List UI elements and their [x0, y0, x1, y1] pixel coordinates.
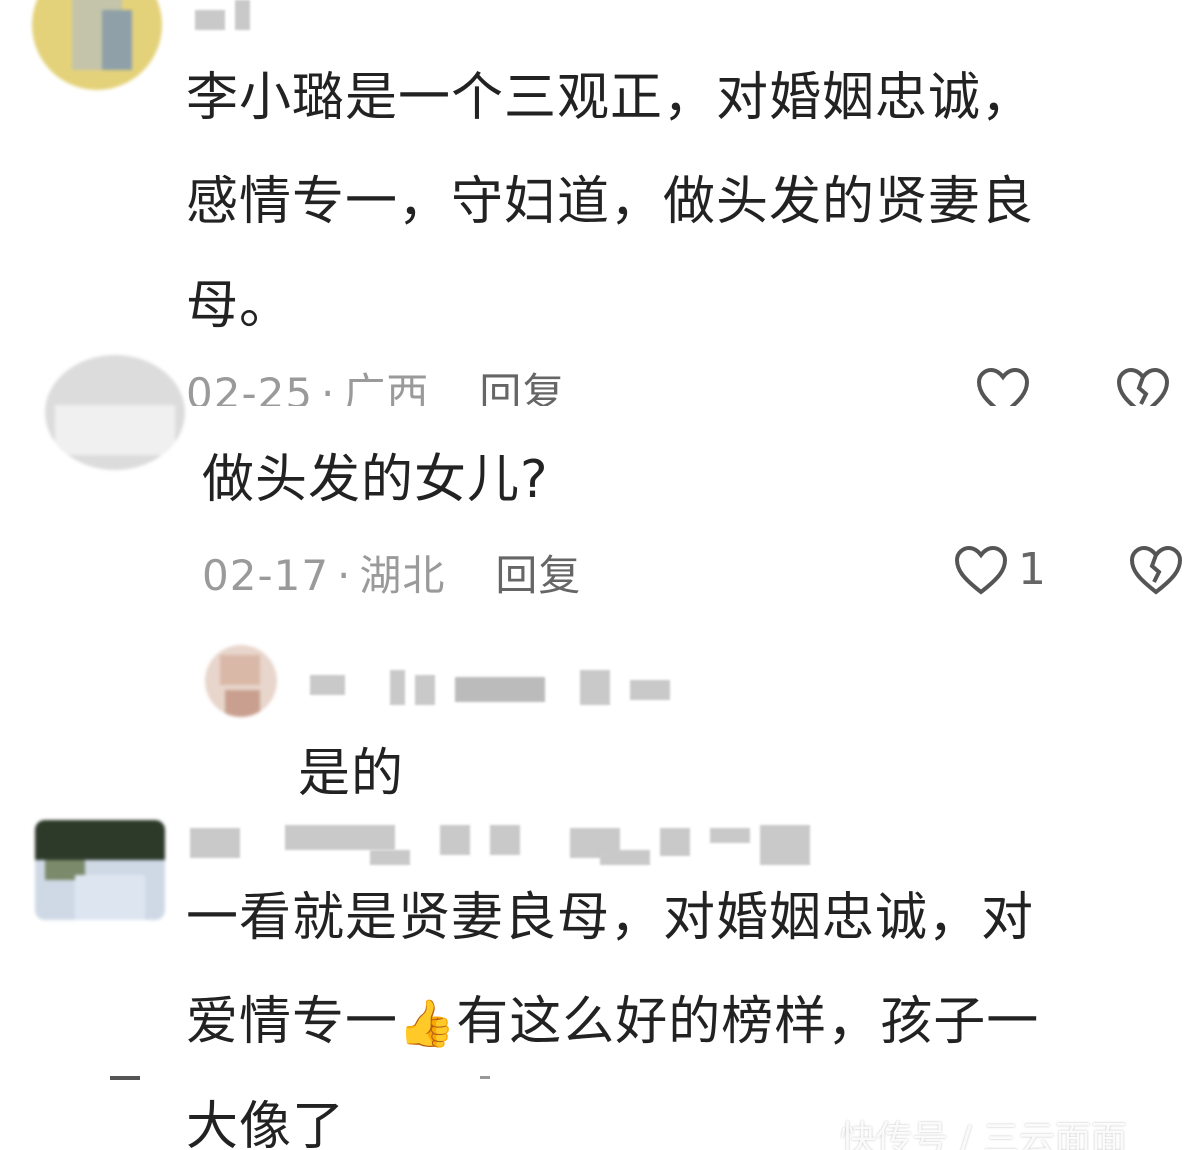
user-avatar[interactable] [205, 645, 277, 717]
reply-button[interactable]: 回复 [479, 369, 565, 406]
watermark: 快传号 / 三云面面 [840, 1119, 1128, 1150]
username-mosaic[interactable] [190, 0, 270, 40]
broken-heart-icon[interactable] [1128, 544, 1184, 596]
like-count: 1 [1018, 544, 1046, 595]
meta-separator: · [337, 551, 352, 600]
meta-separator: · [321, 369, 336, 406]
username-mosaic[interactable] [190, 820, 830, 870]
broken-heart-icon[interactable] [1115, 366, 1171, 406]
comment-text: 做头发的女儿? [202, 450, 549, 510]
reply-button[interactable]: 回复 [495, 551, 581, 600]
comment-date: 02-17 [202, 551, 330, 600]
divider-dash [110, 1076, 140, 1080]
divider-dash [480, 1076, 490, 1079]
comment-location: 湖北 [359, 551, 446, 600]
comment-text: 一看就是贤妻良母，对婚姻忠诚，对 爱情专一👍有这么好的榜样，孩子一 大像了 [186, 866, 1186, 1150]
comment-location: 广西 [343, 369, 430, 406]
user-avatar[interactable] [45, 355, 185, 470]
user-avatar[interactable] [32, 0, 162, 90]
heart-outline-icon[interactable] [953, 544, 1009, 596]
user-avatar[interactable] [35, 820, 165, 920]
comment-text: 李小璐是一个三观正，对婚姻忠诚， 感情专一，守妇道，做头发的贤妻良 母。 [186, 68, 1035, 336]
comment-line-1: 一看就是贤妻良母，对婚姻忠诚，对 [186, 888, 1035, 948]
comment-date: 02-25 [186, 369, 314, 406]
heart-outline-icon[interactable] [975, 366, 1031, 406]
comment-line-2: 爱情专一👍有这么好的榜样，孩子一 [186, 992, 1040, 1052]
username-mosaic[interactable] [300, 665, 680, 710]
comment-text: 是的 [298, 744, 405, 804]
thumbs-up-emoji: 👍 [398, 996, 457, 1050]
